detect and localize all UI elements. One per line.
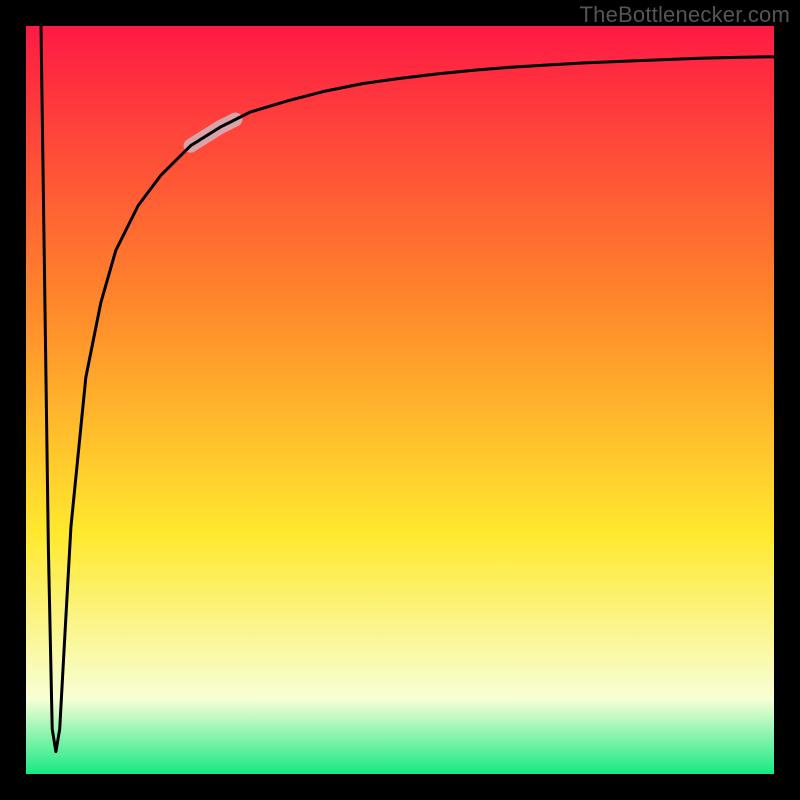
gradient-background xyxy=(26,26,774,774)
watermark-text: TheBottlenecker.com xyxy=(580,2,790,28)
chart-frame: TheBottlenecker.com xyxy=(0,0,800,800)
plot-area xyxy=(26,26,774,774)
bottleneck-curve-chart xyxy=(26,26,774,774)
